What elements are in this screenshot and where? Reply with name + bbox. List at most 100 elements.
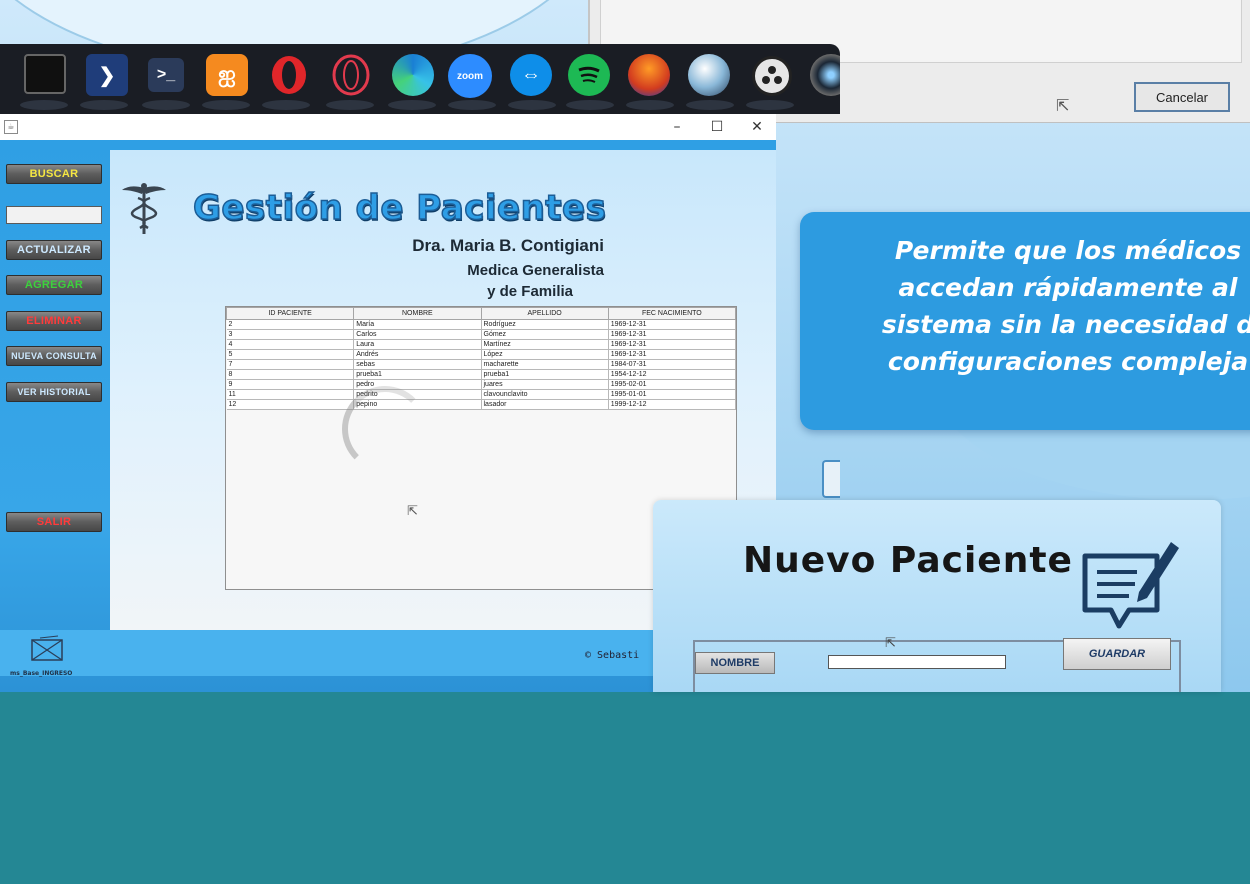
new-patient-panel: Nuevo Paciente NOMBRE GUARDAR ⇱: [653, 500, 1221, 692]
terminal-icon[interactable]: [24, 54, 66, 94]
caption-line: Permite que los médicos: [894, 236, 1242, 265]
cpu-z-icon[interactable]: [688, 54, 730, 96]
dock-reflection: [202, 100, 250, 110]
mouse-cursor-icon: ⇱: [407, 504, 418, 519]
new-patient-title: Nuevo Paciente: [743, 540, 1073, 581]
table-cell: 8: [226, 369, 355, 380]
powershell-icon[interactable]: ❯: [86, 54, 128, 96]
table-cell: lasador: [481, 399, 609, 410]
exit-button-label: SALIR: [36, 516, 72, 528]
maximize-button[interactable]: ☐: [702, 116, 732, 138]
view-history-button[interactable]: VER HISTORIAL: [6, 382, 102, 402]
taskbar-dock: ❯ >_ ஐ zoom ⇔: [0, 44, 840, 114]
specialty-line-2: y de Familia: [487, 283, 573, 300]
window-titlebar: ☕ – ☐ ✕: [0, 114, 776, 141]
table-cell: Carlos: [353, 329, 482, 340]
specialty-line-1: Medica Generalista: [467, 262, 604, 279]
opera-gx-icon[interactable]: [330, 54, 372, 96]
teamviewer-icon[interactable]: ⇔: [510, 54, 552, 96]
table-row[interactable]: 3 Carlos Gómez 1969-12-31: [226, 329, 737, 340]
logo-caption: ms_Base_INGRESO: [10, 670, 73, 677]
close-button[interactable]: ✕: [742, 116, 772, 138]
dock-reflection: [508, 100, 556, 110]
table-row[interactable]: 9 pedro juares 1995-02-01: [226, 379, 737, 390]
table-header-row: ID PACIENTE NOMBRE APELLIDO FEC NACIMIEN…: [225, 307, 737, 320]
dock-reflection: [326, 100, 374, 110]
dock-reflection: [20, 100, 68, 110]
table-row[interactable]: 11 pedrito clavounclavito 1995-01-01: [226, 389, 737, 400]
table-cell: 1954-12-12: [608, 369, 737, 380]
search-button[interactable]: BUSCAR: [6, 164, 102, 184]
side-window-tab[interactable]: [822, 460, 840, 498]
zoom-icon[interactable]: zoom: [448, 54, 492, 98]
table-cell: 1969-12-31: [608, 319, 737, 330]
footer-credit: © Sebasti: [585, 650, 640, 661]
table-cell: prueba1: [481, 369, 609, 380]
audacity-icon[interactable]: [628, 54, 670, 96]
name-input[interactable]: [828, 655, 1006, 669]
refresh-button[interactable]: ACTUALIZAR: [6, 240, 102, 260]
caption-line: sistema sin la necesidad d: [881, 310, 1250, 339]
save-button[interactable]: GUARDAR: [1063, 638, 1171, 670]
dock-reflection: [746, 100, 794, 110]
doctor-name: Dra. Maria B. Contigiani: [412, 236, 604, 255]
table-row[interactable]: 7 sebas macharette 1984-07-31: [226, 359, 737, 370]
column-header-id[interactable]: ID PACIENTE: [225, 307, 355, 320]
refresh-button-label: ACTUALIZAR: [17, 244, 91, 256]
column-header-surname[interactable]: APELLIDO: [480, 307, 609, 320]
mouse-cursor-icon: ⇱: [885, 636, 896, 651]
app-logo-icon: [30, 634, 68, 664]
minimize-button[interactable]: –: [662, 116, 692, 138]
name-label: NOMBRE: [695, 652, 775, 674]
search-input[interactable]: [6, 206, 102, 224]
zoom-label: zoom: [456, 70, 484, 82]
table-cell: clavounclavito: [481, 389, 609, 400]
table-cell: 1999-12-12: [608, 399, 737, 410]
spotify-icon[interactable]: [568, 54, 610, 96]
dock-reflection: [80, 100, 128, 110]
table-cell: 5: [226, 349, 355, 360]
bottom-band: [0, 692, 1250, 884]
dock-reflection: [626, 100, 674, 110]
add-button[interactable]: AGREGAR: [6, 275, 102, 295]
caption-card: Permite que los médicos accedan rápidame…: [800, 212, 1250, 430]
table-cell: 1969-12-31: [608, 329, 737, 340]
exit-button[interactable]: SALIR: [6, 512, 102, 532]
table-row[interactable]: 4 Laura Martínez 1969-12-31: [226, 339, 737, 350]
obs-icon[interactable]: [752, 56, 792, 96]
table-row[interactable]: 8 prueba1 prueba1 1954-12-12: [226, 369, 737, 380]
table-cell: 7: [226, 359, 355, 370]
column-header-name[interactable]: NOMBRE: [353, 307, 482, 320]
table-row[interactable]: 12 pepino lasador 1999-12-12: [226, 399, 737, 410]
console-icon[interactable]: >_: [148, 58, 184, 92]
table-cell: López: [481, 349, 609, 360]
mouse-cursor-icon: ⇱: [1056, 96, 1070, 115]
dock-reflection: [142, 100, 190, 110]
edit-note-icon: [1073, 536, 1183, 636]
dock-reflection: [686, 100, 734, 110]
table-row[interactable]: 5 Andrés López 1969-12-31: [226, 349, 737, 360]
column-header-birthdate[interactable]: FEC NACIMIENTO: [607, 307, 737, 320]
search-button-label: BUSCAR: [29, 168, 79, 180]
caption-line: configuraciones compleja: [887, 347, 1249, 376]
table-cell: 3: [226, 329, 355, 340]
java-app-icon: ☕: [4, 120, 18, 134]
table-cell: Gómez: [481, 329, 609, 340]
new-consultation-button-label: NUEVA CONSULTA: [11, 351, 97, 361]
cancel-button[interactable]: Cancelar: [1134, 82, 1230, 112]
xampp-icon[interactable]: ஐ: [206, 54, 248, 96]
table-cell: 1995-01-01: [608, 389, 737, 400]
table-cell: 11: [226, 389, 355, 400]
edge-icon[interactable]: [392, 54, 434, 96]
table-cell: sebas: [353, 359, 482, 370]
opera-icon[interactable]: [268, 54, 310, 96]
table-cell: 1969-12-31: [608, 339, 737, 350]
table-row[interactable]: 2 María Rodríguez 1969-12-31: [226, 319, 737, 330]
table-cell: 1984-07-31: [608, 359, 737, 370]
page-title: Gestión de Pacientes: [192, 187, 607, 229]
new-consultation-button[interactable]: NUEVA CONSULTA: [6, 346, 102, 366]
camera-icon[interactable]: [810, 54, 840, 96]
table-cell: 2: [226, 319, 355, 330]
caduceus-icon: [120, 180, 168, 236]
delete-button[interactable]: ELIMINAR: [6, 311, 102, 331]
